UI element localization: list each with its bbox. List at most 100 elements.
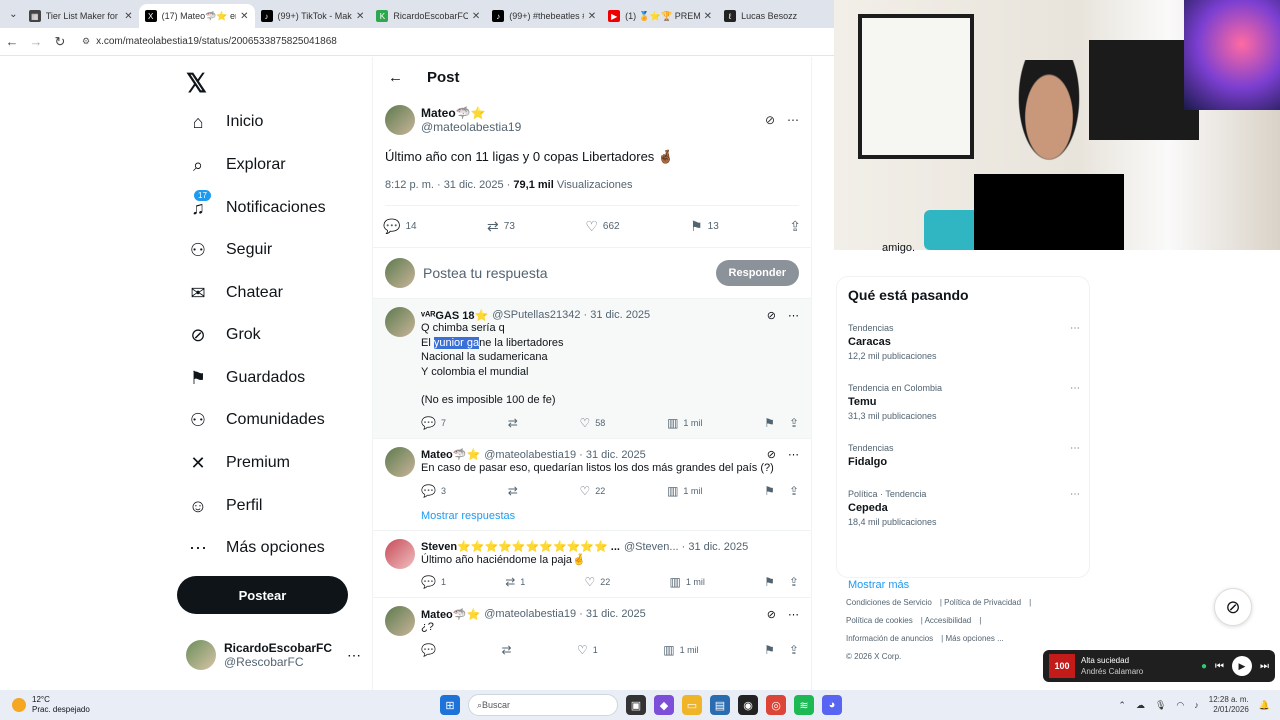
repost-button[interactable]: ⇄: [508, 416, 518, 430]
widgets-icon[interactable]: ◆: [654, 695, 674, 715]
account-switcher[interactable]: RicardoEscobarFC @RescobarFC ⋯: [186, 640, 361, 670]
spotify-icon[interactable]: ≋: [794, 695, 814, 715]
clock[interactable]: 12:28 a. m. 2/01/2026: [1209, 695, 1249, 715]
sidebar-item-premium[interactable]: ✕ Premium: [186, 443, 290, 483]
grok-icon[interactable]: ⊘: [767, 309, 776, 322]
cloud-icon[interactable]: ☁: [1136, 700, 1145, 711]
browser-tab-active[interactable]: X (17) Mateo🦈⭐ en ✕: [138, 4, 255, 28]
author-name[interactable]: Steven⭐⭐⭐⭐⭐⭐⭐⭐⭐⭐⭐ ...: [421, 540, 620, 553]
trend-item[interactable]: Tendencias Caracas 12,2 mil publicacione…: [848, 323, 1080, 361]
reply-button[interactable]: 💬: [421, 643, 436, 657]
author-handle[interactable]: @mateolabestia19 · 31 dic. 2025: [484, 449, 646, 461]
x-logo-icon[interactable]: 𝕏: [186, 68, 207, 99]
sidebar-item-comunidades[interactable]: ⚇ Comunidades: [186, 400, 325, 440]
grok-icon[interactable]: ⊘: [765, 113, 775, 127]
next-icon[interactable]: ⏭: [1260, 661, 1269, 672]
more-icon[interactable]: ⋯: [788, 608, 799, 621]
sidebar-item-guardados[interactable]: ⚑ Guardados: [186, 358, 305, 398]
footer-link[interactable]: Política de cookies: [846, 616, 913, 625]
avatar[interactable]: [385, 606, 415, 637]
browser-tab[interactable]: KRicardoEscobarFC St✕: [370, 4, 486, 28]
avatar[interactable]: [385, 307, 415, 337]
sidebar-item-grok[interactable]: ⊘ Grok: [186, 315, 260, 355]
footer-link[interactable]: Política de Privacidad: [944, 598, 1021, 607]
reply-tweet[interactable]: ᵛᴬᴿGAS 18⭐ @SPutellas21342 · 31 dic. 202…: [373, 299, 811, 439]
reply-button[interactable]: 💬 14: [383, 218, 417, 235]
close-icon[interactable]: ✕: [472, 11, 480, 22]
views-button[interactable]: ▥ 1 mil: [667, 416, 702, 430]
discord-icon[interactable]: ◕: [822, 695, 842, 715]
close-icon[interactable]: ✕: [240, 11, 248, 22]
sidebar-item-explorar[interactable]: ⌕ Explorar: [186, 145, 286, 185]
trend-item[interactable]: Política · Tendencia Cepeda 18,4 mil pub…: [848, 489, 1080, 527]
sidebar-item-perfil[interactable]: ☺ Perfil: [186, 486, 263, 526]
more-icon[interactable]: ⋯: [788, 309, 799, 322]
footer-link[interactable]: Más opciones ...: [945, 634, 1003, 643]
notification-bell-icon[interactable]: 🔔: [1259, 700, 1270, 711]
footer-link[interactable]: Información de anuncios: [846, 634, 933, 643]
sidebar-item-notificaciones[interactable]: ♫ 17 Notificaciones: [186, 188, 326, 228]
chrome-icon[interactable]: ◎: [766, 695, 786, 715]
share-icon[interactable]: ⇪: [789, 416, 799, 430]
sidebar-item-seguir[interactable]: ⚇ Seguir: [186, 230, 272, 270]
views-button[interactable]: ▥ 1 mil: [670, 575, 705, 589]
share-icon[interactable]: ⇪: [789, 575, 799, 589]
grok-icon[interactable]: ⊘: [767, 608, 776, 621]
windows-start-icon[interactable]: ⊞: [440, 695, 460, 715]
like-button[interactable]: ♡ 662: [585, 218, 619, 235]
author-handle[interactable]: @mateolabestia19 · 31 dic. 2025: [484, 608, 646, 620]
close-icon[interactable]: ✕: [356, 11, 364, 22]
more-icon[interactable]: ⋯: [1070, 443, 1080, 454]
repost-button[interactable]: ⇄: [508, 484, 518, 498]
browser-tab[interactable]: ▦Tier List Maker for Ev✕: [23, 4, 139, 28]
like-button[interactable]: ♡ 1: [577, 643, 598, 657]
share-icon[interactable]: ⇪: [789, 643, 799, 657]
sidebar-item-inicio[interactable]: ⌂ Inicio: [186, 102, 264, 142]
mic-icon[interactable]: 🎙: [1155, 700, 1166, 711]
sidebar-item-mas-opciones[interactable]: ⋯ Más opciones: [186, 528, 325, 568]
author-name[interactable]: Mateo🦈⭐: [421, 608, 480, 621]
author-handle[interactable]: @SPutellas21342 · 31 dic. 2025: [492, 309, 650, 321]
volume-icon[interactable]: ♪: [1194, 700, 1199, 710]
browser-tab[interactable]: ♪(99+) #thebeatles #th✕: [486, 4, 602, 28]
repost-button[interactable]: ⇄ 1: [505, 575, 525, 589]
reply-button[interactable]: 💬 7: [421, 416, 446, 430]
repost-button[interactable]: ⇄: [501, 643, 511, 657]
play-icon[interactable]: ▶: [1232, 656, 1252, 676]
browser-tab[interactable]: ▶(1) 🏅⭐🏆 PREMIO✕: [602, 4, 718, 28]
more-icon[interactable]: ⋯: [1070, 383, 1080, 394]
author-name[interactable]: ᵛᴬᴿGAS 18⭐: [421, 309, 488, 322]
file-explorer-icon[interactable]: ▭: [682, 695, 702, 715]
more-icon[interactable]: ⋯: [347, 647, 361, 664]
trend-item[interactable]: Tendencia en Colombia Temu 31,3 mil publ…: [848, 383, 1080, 421]
weather-widget[interactable]: 12°C Prac. despejado: [12, 695, 90, 715]
avatar[interactable]: [385, 538, 415, 569]
post-button[interactable]: Postear: [177, 576, 348, 614]
reply-tweet[interactable]: Steven⭐⭐⭐⭐⭐⭐⭐⭐⭐⭐⭐ ... @Steven... · 31 di…: [373, 529, 811, 599]
store-icon[interactable]: ▤: [710, 695, 730, 715]
like-button[interactable]: ♡ 58: [580, 416, 606, 430]
bookmark-button[interactable]: ⚑ 13: [690, 218, 719, 235]
more-icon[interactable]: ⋯: [787, 113, 799, 127]
bookmark-icon[interactable]: ⚑: [764, 484, 775, 498]
game-icon[interactable]: ◉: [738, 695, 758, 715]
reply-input[interactable]: Postea tu respuesta: [423, 265, 548, 281]
views-button[interactable]: ▥ 1 mil: [663, 643, 698, 657]
author-handle[interactable]: @Steven... · 31 dic. 2025: [624, 541, 748, 553]
previous-icon[interactable]: ⏮: [1215, 661, 1224, 672]
footer-link[interactable]: Condiciones de Servicio: [846, 598, 932, 607]
reply-button[interactable]: 💬 1: [421, 575, 446, 589]
back-arrow-icon[interactable]: ←: [388, 69, 403, 86]
tab-search-icon[interactable]: ⌄: [4, 9, 23, 20]
share-button[interactable]: ⇪: [789, 218, 801, 235]
site-info-icon[interactable]: ⚙: [82, 36, 90, 47]
bookmark-icon[interactable]: ⚑: [764, 416, 775, 430]
trend-item[interactable]: Tendencias Fidalgo ⋯: [848, 443, 1080, 468]
grok-icon[interactable]: ⊘: [1214, 588, 1252, 626]
views-button[interactable]: ▥ 1 mil: [667, 484, 702, 498]
more-icon[interactable]: ⋯: [788, 448, 799, 461]
reply-button[interactable]: 💬 3: [421, 484, 446, 498]
close-icon[interactable]: ✕: [588, 11, 596, 22]
like-button[interactable]: ♡ 22: [580, 484, 606, 498]
more-icon[interactable]: ⋯: [1070, 489, 1080, 500]
